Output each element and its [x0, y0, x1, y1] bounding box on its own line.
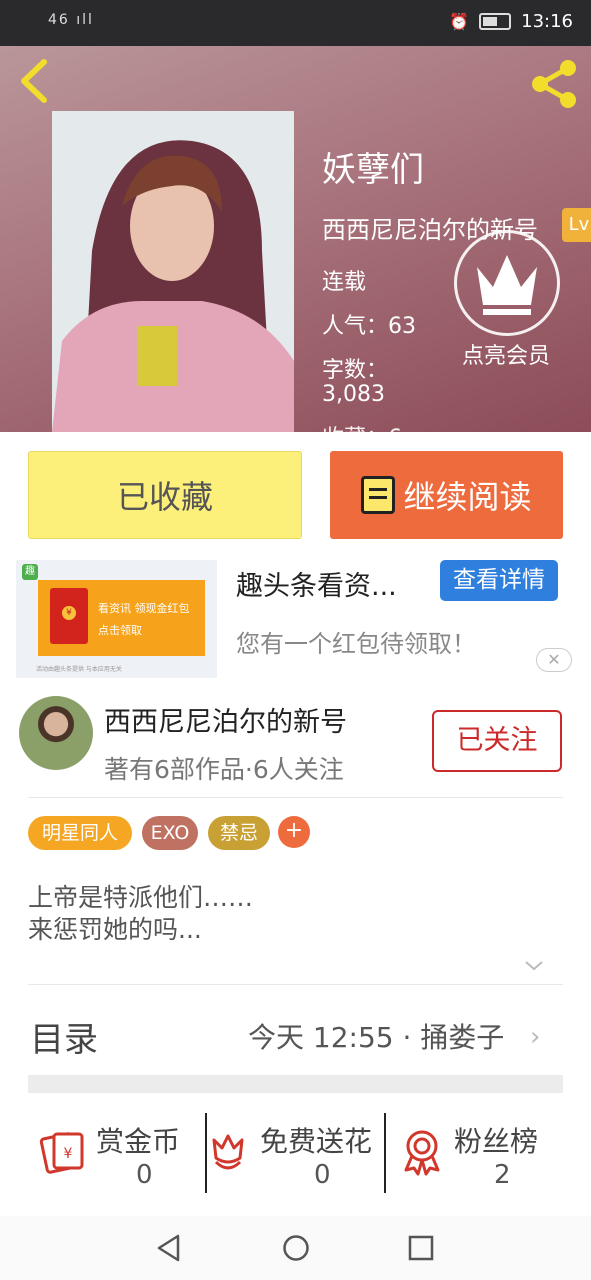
stat-flowers-label[interactable]: 免费送花	[260, 1120, 372, 1160]
ad-image-text: 看资讯 领现金红包	[98, 602, 190, 615]
vip-button[interactable]	[454, 230, 560, 336]
section-divider	[28, 1075, 563, 1093]
book-icon	[361, 476, 396, 514]
follow-button[interactable]: 已关注	[432, 710, 562, 772]
collect-count: 收藏：6	[322, 420, 402, 432]
author-stats: 著有6部作品·6人关注	[104, 755, 344, 784]
system-nav-bar	[0, 1216, 591, 1280]
tag-1[interactable]: 明星同人	[28, 816, 132, 850]
status-icons: ⏰ 13:16	[449, 11, 573, 32]
stat-fans-label[interactable]: 粉丝榜	[454, 1120, 538, 1160]
stat-coins-label[interactable]: 赏金币	[96, 1120, 180, 1160]
cover-illustration	[52, 111, 294, 432]
ad-image-cta: 点击领取	[98, 624, 142, 637]
book-title: 妖孽们	[322, 150, 424, 190]
red-envelope-icon[interactable]: ¥	[38, 1130, 86, 1174]
description-line-2: 来惩罚她的吗...	[28, 915, 202, 944]
chevron-left-icon	[21, 59, 47, 103]
battery-icon	[479, 13, 512, 30]
expand-description-button[interactable]	[524, 956, 544, 976]
crown-icon	[477, 255, 537, 315]
serial-status: 连载	[322, 270, 367, 295]
word-count-label: 字数：	[322, 358, 389, 383]
author-avatar[interactable]	[19, 696, 93, 770]
status-bar: 46 ıll ⏰ 13:16	[0, 0, 591, 46]
ad-title[interactable]: 趣头条看资...	[236, 564, 397, 603]
svg-text:¥: ¥	[64, 1146, 73, 1162]
tag-2[interactable]: EXO	[142, 816, 198, 850]
nav-home-icon[interactable]	[282, 1234, 310, 1262]
word-count: 3,083	[322, 382, 385, 407]
divider	[384, 1113, 386, 1193]
description-line-1: 上帝是特派他们……	[28, 883, 254, 912]
book-description: 上帝是特派他们…… 来惩罚她的吗...	[28, 882, 253, 946]
divider	[28, 984, 563, 985]
ad-details-button[interactable]: 查看详情	[440, 560, 558, 601]
stat-flowers-value: 0	[314, 1160, 331, 1190]
toc-label[interactable]: 目录	[30, 1012, 98, 1061]
ad-fineprint: 活动由趣头条提供 与本应用无关	[36, 666, 122, 673]
collected-label: 已收藏	[116, 478, 213, 516]
stat-coins-value: 0	[136, 1160, 153, 1190]
book-header: 妖孽们 西西尼尼泊尔的新号 Lv 连载 人气：63 字数： 3,083 收藏：6…	[0, 46, 591, 432]
level-badge: Lv	[562, 208, 591, 242]
collected-button[interactable]: 已收藏	[28, 451, 302, 539]
popularity: 人气：63	[322, 314, 416, 339]
add-tag-button[interactable]: +	[278, 816, 310, 848]
share-icon	[532, 60, 576, 108]
clock: 13:16	[521, 11, 573, 32]
chevron-down-icon	[525, 961, 543, 971]
yen-icon: ¥	[62, 606, 76, 620]
continue-reading-button[interactable]: 继续阅读	[330, 451, 563, 539]
stat-fans-value: 2	[494, 1160, 511, 1190]
share-button[interactable]	[526, 54, 582, 110]
ad-close-icon[interactable]: ✕	[536, 648, 572, 672]
author-name[interactable]: 西西尼尼泊尔的新号	[104, 700, 347, 739]
continue-reading-label: 继续阅读	[403, 478, 532, 516]
book-cover[interactable]	[52, 111, 294, 432]
nav-recents-icon[interactable]	[408, 1235, 434, 1261]
nav-back-icon[interactable]	[156, 1234, 182, 1262]
vip-label[interactable]: 点亮会员	[462, 342, 552, 372]
alarm-icon: ⏰	[449, 12, 470, 31]
latest-chapter[interactable]: 今天 12:55 · 捅娄子	[248, 1016, 504, 1056]
signal-indicator: 46 ıll	[48, 12, 94, 28]
back-button[interactable]	[14, 56, 58, 106]
medal-icon[interactable]	[400, 1128, 444, 1176]
tag-3[interactable]: 禁忌	[208, 816, 270, 850]
ad-app-logo-icon: 趣	[22, 564, 38, 580]
ad-subtitle: 您有一个红包待领取！	[236, 630, 476, 658]
chevron-right-icon[interactable]: ›	[530, 1022, 540, 1052]
flower-icon[interactable]	[206, 1130, 250, 1174]
divider	[28, 797, 563, 798]
